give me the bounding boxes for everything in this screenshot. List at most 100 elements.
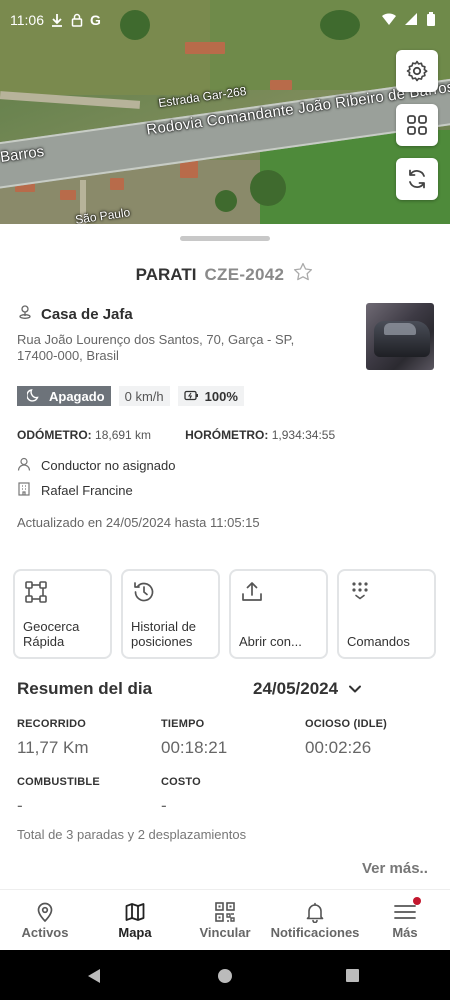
wifi-icon: [382, 12, 396, 26]
map-building: [60, 190, 76, 200]
vehicle-address: Rua João Lourenço dos Santos, 70, Garça …: [17, 332, 295, 363]
sheet-drag-handle[interactable]: [180, 236, 270, 241]
summary-date-selector[interactable]: 24/05/2024: [253, 679, 362, 699]
qr-code-icon: [215, 902, 235, 922]
back-icon[interactable]: [86, 968, 102, 984]
summary-total: Total de 3 paradas y 2 desplazamientos: [17, 827, 247, 842]
battery-charging-icon: [183, 389, 199, 404]
keypad-icon: [352, 582, 368, 600]
google-icon: G: [90, 12, 101, 28]
system-navigation-bar: [0, 950, 450, 1000]
geofence-label: Geocerca Rápida: [23, 619, 80, 649]
refresh-icon: [409, 169, 425, 189]
nav-label: Notificaciones: [270, 925, 360, 940]
gear-icon: [406, 60, 428, 82]
battery-badge: 100%: [177, 386, 244, 406]
stat-combustible: COMBUSTIBLE -: [17, 776, 100, 816]
person-icon: [17, 457, 31, 474]
stat-label: COSTO: [161, 776, 201, 788]
quick-actions: Geocerca Rápida Historial de posiciones …: [13, 569, 436, 659]
nav-label: Más: [392, 925, 418, 940]
stat-value: 11,77 Km: [17, 738, 89, 757]
vehicle-detail-sheet: PARATI CZE-2042 Casa de Jafa Rua João Lo…: [0, 224, 450, 889]
driver-row: Conductor no asignado: [17, 457, 175, 474]
speed-badge: 0 km/h: [118, 386, 170, 406]
stat-label: COMBUSTIBLE: [17, 776, 100, 788]
settings-button[interactable]: [396, 50, 438, 92]
battery-text: 100%: [204, 388, 238, 404]
download-icon: [50, 13, 64, 27]
map-tree: [215, 190, 237, 212]
speed-text: 0 km/h: [124, 388, 164, 404]
building-icon: [17, 482, 31, 499]
nav-item-mas[interactable]: Más: [360, 890, 450, 951]
chevron-down-icon: [348, 679, 362, 699]
map-view[interactable]: Estrada Gar-268 Rodovia Comandante João …: [0, 0, 450, 225]
refresh-button[interactable]: [396, 158, 438, 200]
owner-text: Rafael Francine: [41, 483, 133, 498]
stat-ocioso: OCIOSO (IDLE) 00:02:26: [305, 718, 387, 758]
lock-icon: [70, 13, 84, 27]
bell-icon: [306, 902, 324, 923]
place-row: Casa de Jafa: [17, 304, 133, 324]
stat-value: 00:18:21: [161, 738, 228, 757]
status-badges: Apagado 0 km/h 100%: [17, 386, 244, 406]
stat-label: RECORRIDO: [17, 718, 87, 730]
summary-date: 24/05/2024: [253, 679, 339, 698]
meters-row: ODÓMETRO: 18,691 km HORÓMETRO: 1,934:34:…: [17, 428, 335, 442]
home-icon[interactable]: [217, 968, 233, 984]
moon-icon: [26, 388, 41, 405]
hourmeter-label: HORÓMETRO:: [185, 428, 269, 442]
place-pin-icon: [17, 304, 33, 324]
nav-label: Vincular: [199, 925, 251, 940]
vehicle-photo-window: [384, 323, 416, 335]
nav-item-notificaciones[interactable]: Notificaciones: [270, 890, 360, 951]
geofence-button[interactable]: Geocerca Rápida: [13, 569, 112, 659]
nav-item-activos[interactable]: Activos: [0, 890, 90, 951]
stat-value: -: [161, 796, 167, 815]
see-more-link[interactable]: Ver más..: [362, 860, 428, 877]
stat-tiempo: TIEMPO 00:18:21: [161, 718, 227, 758]
history-icon: [134, 582, 154, 602]
vehicle-title: PARATI CZE-2042: [0, 261, 450, 288]
last-updated: Actualizado en 24/05/2024 hasta 11:05:15: [17, 515, 260, 530]
history-button[interactable]: Historial de posiciones: [121, 569, 220, 659]
commands-button[interactable]: Comandos: [337, 569, 436, 659]
hourmeter-value: 1,934:34:55: [271, 428, 336, 442]
grid-icon: [407, 115, 427, 135]
stat-label: TIEMPO: [161, 718, 205, 730]
nav-label: Mapa: [118, 925, 152, 940]
bottom-nav: Activos Mapa Vincular Notificaciones Más: [0, 889, 450, 950]
history-label: Historial de posiciones: [131, 619, 197, 649]
nav-item-mapa[interactable]: Mapa: [90, 890, 180, 951]
odometer-value: 18,691 km: [95, 428, 152, 442]
stat-value: -: [17, 796, 23, 815]
location-pin-icon: [37, 902, 53, 923]
map-building: [185, 42, 225, 54]
stat-costo: COSTO -: [161, 776, 201, 816]
geofence-icon: [25, 581, 47, 603]
status-time: 11:06: [10, 12, 44, 28]
nav-label: Activos: [21, 925, 69, 940]
map-tree: [120, 10, 150, 40]
summary-title: Resumen del dia: [17, 679, 153, 698]
map-building: [270, 80, 292, 90]
stat-value: 00:02:26: [305, 738, 372, 757]
nav-item-vincular[interactable]: Vincular: [180, 890, 270, 951]
place-name: Casa de Jafa: [41, 305, 133, 323]
vehicle-photo[interactable]: [366, 303, 434, 370]
vehicle-name: PARATI: [135, 264, 197, 284]
notification-dot: [413, 897, 421, 905]
favorite-star-icon[interactable]: [292, 261, 314, 288]
layers-grid-button[interactable]: [396, 104, 438, 146]
stat-recorrido: RECORRIDO 11,77 Km: [17, 718, 89, 758]
owner-row: Rafael Francine: [17, 482, 133, 499]
signal-icon: [404, 12, 418, 26]
hourmeter: HORÓMETRO: 1,934:34:55: [185, 428, 335, 442]
open-with-button[interactable]: Abrir con...: [229, 569, 328, 659]
recent-apps-icon[interactable]: [345, 968, 360, 983]
status-bar: 11:06 G: [10, 12, 101, 28]
map-icon: [125, 903, 145, 921]
odometer: ODÓMETRO: 18,691 km: [17, 428, 151, 442]
map-tree: [250, 170, 286, 206]
